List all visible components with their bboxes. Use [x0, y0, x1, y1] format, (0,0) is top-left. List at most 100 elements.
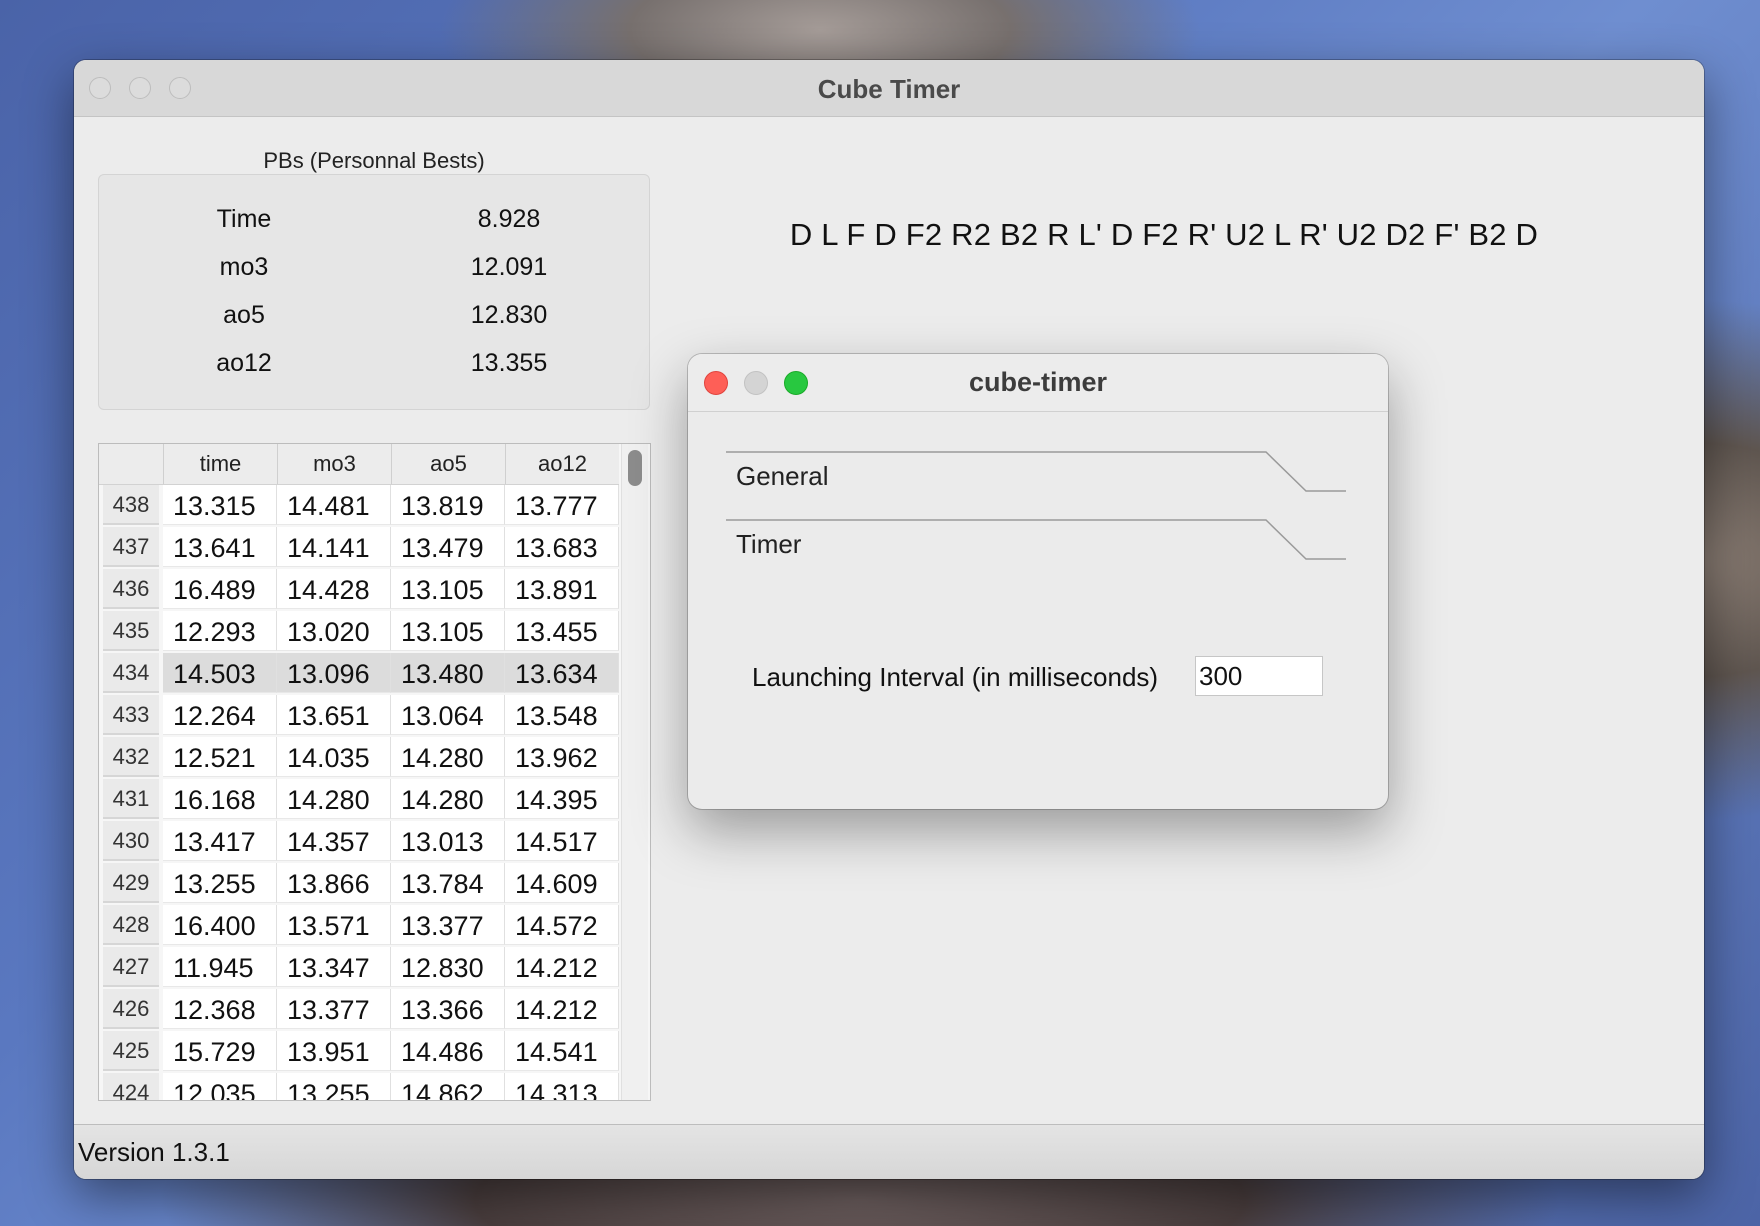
pb-label: Time — [216, 205, 272, 233]
cell-time[interactable]: 13.255 — [163, 863, 277, 903]
row-number: 426 — [103, 989, 159, 1029]
table-row[interactable]: 438 13.315 14.481 13.819 13.777 — [99, 485, 619, 527]
table-row[interactable]: 432 12.521 14.035 14.280 13.962 — [99, 737, 619, 779]
scrollbar-thumb[interactable] — [628, 450, 642, 486]
cell-ao12[interactable]: 13.962 — [505, 737, 619, 777]
column-header-mo3[interactable]: mo3 — [277, 444, 391, 484]
column-header-ao5[interactable]: ao5 — [391, 444, 505, 484]
cell-time[interactable]: 16.489 — [163, 569, 277, 609]
cell-ao5[interactable]: 14.486 — [391, 1031, 505, 1071]
title-bar: Cube Timer — [74, 60, 1704, 117]
cell-time[interactable]: 12.521 — [163, 737, 277, 777]
cell-time[interactable]: 12.293 — [163, 611, 277, 651]
vertical-scrollbar[interactable] — [621, 444, 648, 1100]
cell-time[interactable]: 12.035 — [163, 1073, 277, 1100]
cell-time[interactable]: 12.264 — [163, 695, 277, 735]
table-row[interactable]: 427 11.945 13.347 12.830 14.212 — [99, 947, 619, 989]
table-row[interactable]: 428 16.400 13.571 13.377 14.572 — [99, 905, 619, 947]
cell-time[interactable]: 11.945 — [163, 947, 277, 987]
cell-ao5[interactable]: 13.480 — [391, 653, 505, 693]
cell-mo3[interactable]: 14.141 — [277, 527, 391, 567]
cell-ao5[interactable]: 14.280 — [391, 737, 505, 777]
cell-time[interactable]: 15.729 — [163, 1031, 277, 1071]
scramble-text: D L F D F2 R2 B2 R L' D F2 R' U2 L R' U2… — [789, 217, 1539, 252]
cell-ao5[interactable]: 13.013 — [391, 821, 505, 861]
cell-ao5[interactable]: 12.830 — [391, 947, 505, 987]
column-header-time[interactable]: time — [163, 444, 277, 484]
cell-ao12[interactable]: 14.609 — [505, 863, 619, 903]
pb-value: 8.928 — [477, 205, 541, 233]
table-row[interactable]: 425 15.729 13.951 14.486 14.541 — [99, 1031, 619, 1073]
cell-ao12[interactable]: 13.634 — [505, 653, 619, 693]
cell-ao5[interactable]: 14.862 — [391, 1073, 505, 1100]
dialog-title-bar: cube-timer — [688, 354, 1388, 412]
cell-mo3[interactable]: 14.035 — [277, 737, 391, 777]
cell-time[interactable]: 14.503 — [163, 653, 277, 693]
cell-ao5[interactable]: 13.819 — [391, 485, 505, 525]
tab-timer[interactable]: Timer — [726, 519, 1346, 569]
cell-mo3[interactable]: 14.357 — [277, 821, 391, 861]
cell-ao5[interactable]: 13.064 — [391, 695, 505, 735]
cell-mo3[interactable]: 14.481 — [277, 485, 391, 525]
cell-ao12[interactable]: 14.572 — [505, 905, 619, 945]
cell-ao5[interactable]: 13.105 — [391, 569, 505, 609]
cell-ao5[interactable]: 13.105 — [391, 611, 505, 651]
cell-ao12[interactable]: 14.212 — [505, 947, 619, 987]
cell-mo3[interactable]: 14.428 — [277, 569, 391, 609]
cell-mo3[interactable]: 13.377 — [277, 989, 391, 1029]
table-row[interactable]: 429 13.255 13.866 13.784 14.609 — [99, 863, 619, 905]
pb-value: 12.830 — [470, 301, 548, 329]
table-row[interactable]: 430 13.417 14.357 13.013 14.517 — [99, 821, 619, 863]
pb-value: 13.355 — [470, 349, 548, 377]
cell-time[interactable]: 13.641 — [163, 527, 277, 567]
column-header-ao12[interactable]: ao12 — [505, 444, 619, 484]
cell-ao12[interactable]: 13.683 — [505, 527, 619, 567]
row-number: 429 — [103, 863, 159, 903]
table-row[interactable]: 435 12.293 13.020 13.105 13.455 — [99, 611, 619, 653]
cell-ao12[interactable]: 14.212 — [505, 989, 619, 1029]
cell-mo3[interactable]: 14.280 — [277, 779, 391, 819]
row-number: 424 — [103, 1073, 159, 1100]
cell-ao12[interactable]: 13.777 — [505, 485, 619, 525]
cell-mo3[interactable]: 13.951 — [277, 1031, 391, 1071]
cell-mo3[interactable]: 13.255 — [277, 1073, 391, 1100]
cell-ao12[interactable]: 14.395 — [505, 779, 619, 819]
cell-time[interactable]: 13.417 — [163, 821, 277, 861]
cell-time[interactable]: 13.315 — [163, 485, 277, 525]
table-header: time mo3 ao5 ao12 — [99, 444, 619, 485]
cell-mo3[interactable]: 13.020 — [277, 611, 391, 651]
table-row[interactable]: 433 12.264 13.651 13.064 13.548 — [99, 695, 619, 737]
row-number: 435 — [103, 611, 159, 651]
cell-time[interactable]: 16.400 — [163, 905, 277, 945]
table-row[interactable]: 434 14.503 13.096 13.480 13.634 — [99, 653, 619, 695]
table-row[interactable]: 424 12.035 13.255 14.862 14.313 — [99, 1073, 619, 1100]
cell-mo3[interactable]: 13.096 — [277, 653, 391, 693]
pb-row-mo3: mo3 12.091 — [99, 253, 649, 299]
solves-table[interactable]: time mo3 ao5 ao12 438 13.315 14.481 13.819 1… — [98, 443, 651, 1101]
cell-ao5[interactable]: 14.280 — [391, 779, 505, 819]
cell-ao12[interactable]: 13.891 — [505, 569, 619, 609]
cell-ao12[interactable]: 14.541 — [505, 1031, 619, 1071]
cell-time[interactable]: 12.368 — [163, 989, 277, 1029]
cell-mo3[interactable]: 13.571 — [277, 905, 391, 945]
cell-mo3[interactable]: 13.651 — [277, 695, 391, 735]
cell-ao5[interactable]: 13.479 — [391, 527, 505, 567]
cell-time[interactable]: 16.168 — [163, 779, 277, 819]
cell-ao12[interactable]: 13.548 — [505, 695, 619, 735]
cell-mo3[interactable]: 13.347 — [277, 947, 391, 987]
cell-ao12[interactable]: 14.517 — [505, 821, 619, 861]
tab-timer-outline — [726, 519, 1346, 560]
table-row[interactable]: 431 16.168 14.280 14.280 14.395 — [99, 779, 619, 821]
status-bar: Version 1.3.1 — [74, 1124, 1704, 1179]
cell-ao5[interactable]: 13.784 — [391, 863, 505, 903]
cell-ao12[interactable]: 13.455 — [505, 611, 619, 651]
table-row[interactable]: 437 13.641 14.141 13.479 13.683 — [99, 527, 619, 569]
cell-ao5[interactable]: 13.366 — [391, 989, 505, 1029]
cell-ao5[interactable]: 13.377 — [391, 905, 505, 945]
tab-general[interactable]: General — [726, 451, 1346, 501]
table-row[interactable]: 436 16.489 14.428 13.105 13.891 — [99, 569, 619, 611]
table-row[interactable]: 426 12.368 13.377 13.366 14.212 — [99, 989, 619, 1031]
interval-input[interactable] — [1195, 656, 1323, 696]
cell-mo3[interactable]: 13.866 — [277, 863, 391, 903]
cell-ao12[interactable]: 14.313 — [505, 1073, 619, 1100]
